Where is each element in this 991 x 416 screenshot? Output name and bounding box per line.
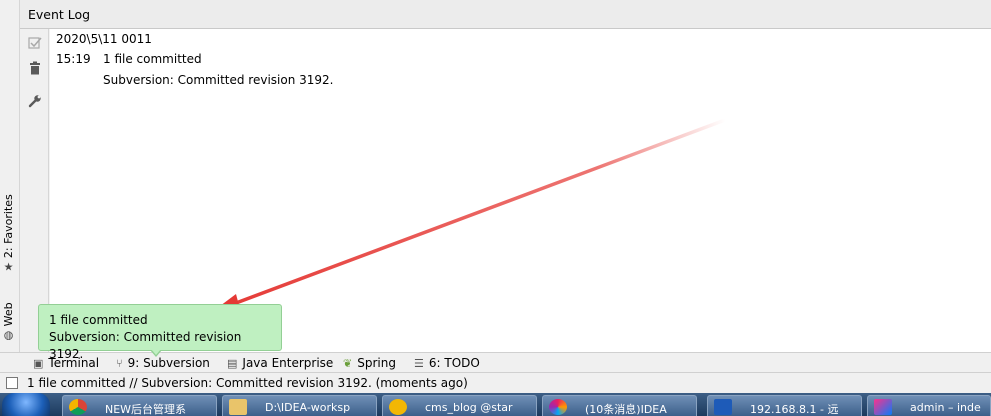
taskbar-item[interactable]: admin – inde	[867, 395, 991, 416]
tab-todo[interactable]: ☰ 6: TODO	[414, 356, 480, 370]
browser-icon	[549, 399, 567, 415]
database-icon	[389, 399, 407, 415]
tab-spring[interactable]: ❦ Spring	[343, 356, 396, 370]
balloon-body: Subversion: Committed revision 3192.	[49, 330, 242, 361]
chrome-icon	[69, 399, 87, 415]
tab-label: Spring	[357, 356, 396, 370]
todo-list-icon: ☰	[414, 356, 424, 370]
remote-desktop-icon	[714, 399, 732, 415]
taskbar-item[interactable]: D:\IDEA-worksp	[222, 395, 377, 416]
status-bar: 1 file committed // Subversion: Committe…	[0, 373, 991, 393]
panel-title: Event Log	[28, 7, 91, 22]
folder-icon	[229, 399, 247, 415]
terminal-icon: ▣	[33, 356, 44, 370]
favorites-tool-button[interactable]: ★ 2: Favorites	[2, 194, 15, 274]
intellij-icon	[874, 399, 892, 415]
taskbar-item[interactable]: NEW后台管理系	[62, 395, 217, 416]
web-tool-button[interactable]: ◍ Web	[2, 302, 15, 342]
favorites-label: 2: Favorites	[2, 194, 15, 259]
status-text[interactable]: 1 file committed // Subversion: Committe…	[27, 376, 468, 390]
balloon-tail-inner	[151, 349, 161, 355]
taskbar-item[interactable]: 192.168.8.1 - 远	[707, 395, 862, 416]
event-log-header: Event Log	[20, 0, 991, 29]
clear-all-button[interactable]	[27, 60, 43, 76]
left-tool-strip: ★ 2: Favorites ◍ Web	[0, 0, 20, 352]
taskbar-item[interactable]: cms_blog @star	[382, 395, 537, 416]
balloon-title: 1 file committed	[49, 313, 148, 327]
star-icon: ★	[3, 260, 14, 274]
start-button[interactable]	[2, 393, 50, 416]
windows-taskbar: NEW后台管理系 D:\IDEA-worksp cms_blog @star (…	[0, 393, 991, 416]
taskbar-item[interactable]: (10条消息)IDEA	[542, 395, 697, 416]
web-label: Web	[2, 302, 15, 327]
tool-windows-toggle-icon[interactable]	[6, 377, 18, 389]
tab-label: 6: TODO	[428, 356, 480, 370]
checkbox-check-icon	[28, 37, 42, 49]
mark-all-read-button[interactable]	[27, 35, 43, 51]
spring-leaf-icon: ❦	[343, 356, 353, 370]
settings-button[interactable]	[27, 93, 43, 109]
log-date: 2020\5\11 0011	[56, 32, 152, 46]
wrench-icon	[28, 95, 41, 108]
log-detail: Subversion: Committed revision 3192.	[103, 73, 334, 87]
log-message: 1 file committed	[103, 52, 202, 66]
notification-balloon[interactable]: 1 file committed Subversion: Committed r…	[38, 304, 282, 361]
log-time: 15:19	[56, 52, 91, 66]
globe-icon: ◍	[3, 328, 14, 342]
trash-icon	[30, 61, 40, 75]
